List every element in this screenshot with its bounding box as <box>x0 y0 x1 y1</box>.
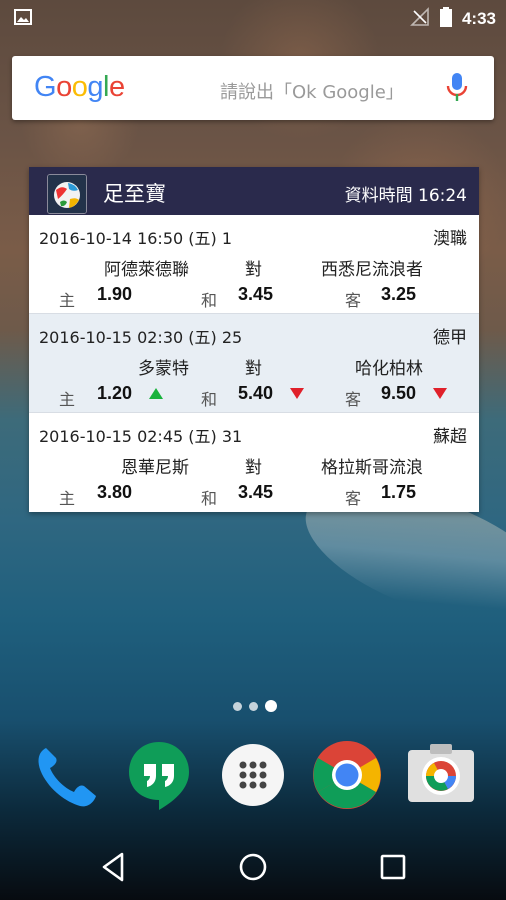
away-team: 格拉斯哥流浪 <box>321 458 423 478</box>
search-hint: 請說出「Ok Google」 <box>220 82 404 103</box>
match-datetime: 2016-10-14 16:50 (五) 1 <box>39 229 233 248</box>
away-odds: 9.50 <box>381 383 417 403</box>
home-team: 多蒙特 <box>138 359 189 379</box>
phone-icon[interactable] <box>28 738 102 812</box>
widget-title: 足至寶 <box>103 182 166 206</box>
trend-up-icon <box>149 388 163 399</box>
draw-odds-label: 和 <box>201 489 218 508</box>
away-team: 哈化柏林 <box>355 359 423 379</box>
camera-icon[interactable] <box>404 738 478 812</box>
navigation-bar <box>0 832 506 900</box>
page-indicator <box>233 700 277 712</box>
versus-label: 對 <box>245 458 262 478</box>
widget-header: 足至寶 資料時間 16:24 <box>29 167 479 215</box>
google-logo: Google <box>34 71 125 103</box>
battery-icon <box>439 7 452 31</box>
match-row[interactable]: 2016-10-15 02:30 (五) 25 德甲 多蒙特 對 哈化柏林 主 … <box>29 314 479 413</box>
away-odds-label: 客 <box>345 390 362 409</box>
draw-odds-label: 和 <box>201 390 218 409</box>
away-odds-label: 客 <box>345 291 362 310</box>
home-odds: 3.80 <box>97 482 133 502</box>
home-icon[interactable] <box>236 850 270 884</box>
home-odds: 1.90 <box>97 284 133 304</box>
mic-icon[interactable] <box>446 73 468 107</box>
home-team: 恩華尼斯 <box>121 458 189 478</box>
app-drawer-icon[interactable] <box>216 738 290 812</box>
match-datetime: 2016-10-15 02:30 (五) 25 <box>39 328 243 347</box>
away-odds: 1.75 <box>381 482 417 502</box>
soccer-ball-icon[interactable] <box>47 174 87 214</box>
page-dot <box>249 701 258 711</box>
draw-odds: 5.40 <box>238 383 274 403</box>
google-search-bar[interactable]: Google 請說出「Ok Google」 <box>12 56 494 120</box>
home-team: 阿德萊德聯 <box>104 260 189 280</box>
status-bar: 4:33 <box>0 0 506 36</box>
match-row[interactable]: 2016-10-14 16:50 (五) 1 澳職 阿德萊德聯 對 西悉尼流浪者… <box>29 215 479 314</box>
match-league: 德甲 <box>433 328 467 348</box>
match-row[interactable]: 2016-10-15 02:45 (五) 31 蘇超 恩華尼斯 對 格拉斯哥流浪… <box>29 413 479 511</box>
trend-down-icon <box>433 388 447 399</box>
hangouts-icon[interactable] <box>122 738 196 812</box>
versus-label: 對 <box>245 359 262 379</box>
no-signal-icon <box>410 7 430 31</box>
draw-odds: 3.45 <box>238 284 274 304</box>
versus-label: 對 <box>245 260 262 280</box>
home-odds-label: 主 <box>59 489 76 508</box>
recents-icon[interactable] <box>376 850 410 884</box>
home-odds: 1.20 <box>97 383 133 403</box>
draw-odds-label: 和 <box>201 291 218 310</box>
status-time: 4:33 <box>461 9 496 28</box>
page-dot <box>233 701 242 711</box>
data-time: 資料時間 16:24 <box>344 186 467 206</box>
draw-odds: 3.45 <box>238 482 274 502</box>
away-odds-label: 客 <box>345 489 362 508</box>
away-odds: 3.25 <box>381 284 417 304</box>
home-odds-label: 主 <box>59 291 76 310</box>
match-league: 澳職 <box>433 229 467 249</box>
page-dot-active <box>265 700 277 712</box>
trend-down-icon <box>290 388 304 399</box>
away-team: 西悉尼流浪者 <box>321 260 423 280</box>
match-datetime: 2016-10-15 02:45 (五) 31 <box>39 427 243 446</box>
home-odds-label: 主 <box>59 390 76 409</box>
chrome-icon[interactable] <box>310 738 384 812</box>
odds-widget[interactable]: 足至寶 資料時間 16:24 2016-10-14 16:50 (五) 1 澳職… <box>29 167 479 512</box>
back-icon[interactable] <box>96 850 130 884</box>
match-league: 蘇超 <box>433 427 467 447</box>
image-notification-icon <box>14 9 32 29</box>
